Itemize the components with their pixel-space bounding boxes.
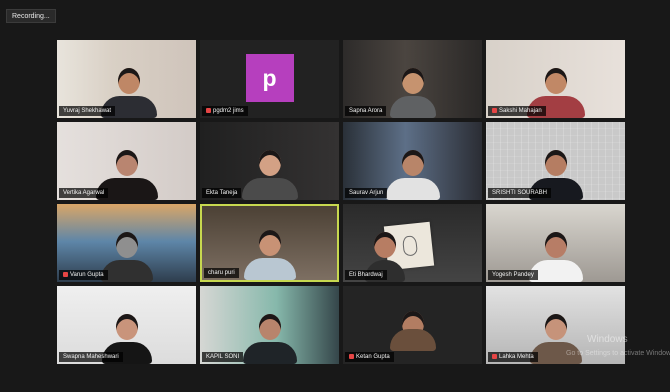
participant-person <box>241 140 298 200</box>
participant-tile-sapna-arora[interactable]: Sapna Arora <box>343 40 482 118</box>
participant-body <box>242 342 297 364</box>
participant-tile-varun-gupta[interactable]: Varun Gupta <box>57 204 196 282</box>
participant-avatar: p <box>245 54 294 102</box>
participant-head <box>544 150 567 176</box>
participant-tile-swapna-maheshwari[interactable]: Swapna Maheshwari <box>57 286 196 364</box>
participant-name-tag: Eti Bhardwaj <box>345 270 387 280</box>
participant-name-tag: Saurav Arjun <box>345 188 388 198</box>
participant-tile-srishti-sourabh[interactable]: SRISHTI SOURABH <box>486 122 625 200</box>
muted-microphone-icon <box>492 353 497 359</box>
participant-tile-ketan-gupta[interactable]: Ketan Gupta <box>343 286 482 364</box>
participant-tile-vertika-agarwal[interactable]: Vertika Agarwal <box>57 122 196 200</box>
participant-name-tag: Sapna Arora <box>345 106 387 116</box>
participant-body <box>241 178 298 200</box>
participant-name: KAPIL SONI <box>206 354 240 360</box>
participant-person <box>389 58 436 118</box>
participant-head <box>401 150 424 176</box>
participant-name: Lahka Mehta <box>499 354 534 360</box>
participant-name-tag: Lahka Mehta <box>488 352 538 362</box>
muted-microphone-icon <box>492 107 497 113</box>
participant-body <box>385 178 440 200</box>
participant-body <box>389 96 436 118</box>
participant-person <box>389 301 436 351</box>
participant-name: Saurav Arjun <box>349 190 384 196</box>
participant-body <box>243 258 296 280</box>
participant-name-tag: pgdm2 jims <box>202 106 248 116</box>
participant-name-tag: Ekta Taneja <box>202 188 242 198</box>
participant-head <box>115 150 138 176</box>
participant-name: Sapna Arora <box>349 108 383 114</box>
participant-name: Vertika Agarwal <box>63 190 105 196</box>
participant-head <box>544 68 567 94</box>
participant-tile-ekta-taneja[interactable]: Ekta Taneja <box>200 122 339 200</box>
participant-tile-sakshi-mahajan[interactable]: Sakshi Mahajan <box>486 40 625 118</box>
participant-name: charu puri <box>208 270 235 276</box>
muted-microphone-icon <box>63 271 68 277</box>
participant-tile-pgdm2-jims[interactable]: p pgdm2 jims <box>200 40 339 118</box>
participant-head <box>258 314 281 340</box>
participant-person <box>242 304 297 364</box>
participant-name-tag: Swapna Maheshwari <box>59 352 123 362</box>
participant-head <box>544 314 567 340</box>
participant-name-tag: Sakshi Mahajan <box>488 106 546 116</box>
participant-name: Swapna Maheshwari <box>63 354 119 360</box>
participant-name-tag: Yuvraj Shekhawat <box>59 106 116 116</box>
participant-tile-yuvraj-shekhawat[interactable]: Yuvraj Shekhawat <box>57 40 196 118</box>
participant-name-tag: Ketan Gupta <box>345 352 394 362</box>
participant-head <box>258 230 281 256</box>
participant-person <box>385 140 440 200</box>
video-call-window: Recording... Yuvraj Shekhawat p pgdm2 ji… <box>0 0 670 392</box>
participant-name: Eti Bhardwaj <box>349 272 383 278</box>
participant-body <box>100 260 153 282</box>
windows-activation-watermark-title: Windows <box>587 334 628 345</box>
participant-grid: Yuvraj Shekhawat p pgdm2 jims Sapna Aror… <box>57 40 626 364</box>
recording-indicator: Recording... <box>6 9 56 23</box>
participant-tile-saurav-arjun[interactable]: Saurav Arjun <box>343 122 482 200</box>
participant-name-tag: Yogesh Pandey <box>488 270 538 280</box>
participant-name: pgdm2 jims <box>213 108 244 114</box>
participant-name-tag: Vertika Agarwal <box>59 188 109 198</box>
participant-head <box>544 232 567 258</box>
participant-head <box>115 314 138 340</box>
participant-name: Yuvraj Shekhawat <box>63 108 112 114</box>
participant-head <box>118 68 141 94</box>
participant-name-tag: KAPIL SONI <box>202 352 244 362</box>
participant-name: Varun Gupta <box>70 272 104 278</box>
muted-microphone-icon <box>206 107 211 113</box>
participant-tile-yogesh-pandey[interactable]: Yogesh Pandey <box>486 204 625 282</box>
participant-name: Yogesh Pandey <box>492 272 534 278</box>
participant-name: Ketan Gupta <box>356 354 390 360</box>
participant-person <box>243 220 296 280</box>
participant-name-tag: charu puri <box>204 268 239 278</box>
participant-head <box>115 232 138 258</box>
participant-name: Ekta Taneja <box>206 190 238 196</box>
muted-microphone-icon <box>349 353 354 359</box>
participant-name-tag: Varun Gupta <box>59 270 108 280</box>
participant-name-tag: SRISHTI SOURABH <box>488 188 552 198</box>
participant-body <box>389 329 436 351</box>
participant-person <box>100 222 153 282</box>
participant-tile-kapil-soni[interactable]: KAPIL SONI <box>200 286 339 364</box>
participant-tile-eti-bhardwaj[interactable]: Eti Bhardwaj <box>343 204 482 282</box>
participant-head <box>401 68 424 94</box>
participant-head <box>373 232 396 258</box>
windows-activation-watermark-message: Go to Settings to activate Windows. <box>566 350 670 357</box>
participant-name: SRISHTI SOURABH <box>492 190 548 196</box>
participant-head <box>258 150 281 176</box>
participant-tile-charu-puri[interactable]: charu puri <box>200 204 339 282</box>
participant-name: Sakshi Mahajan <box>499 108 542 114</box>
